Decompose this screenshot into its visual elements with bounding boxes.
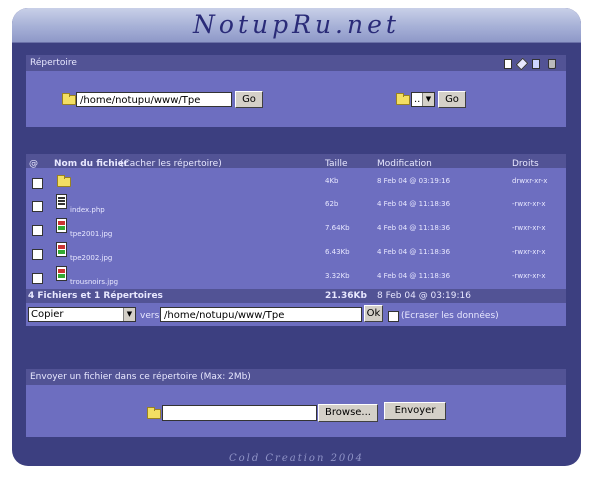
directory-select-value: .. <box>414 94 421 105</box>
new-file-icon[interactable] <box>504 59 512 69</box>
overwrite-checkbox[interactable] <box>388 311 399 322</box>
folder-icon <box>396 93 410 105</box>
row-checkbox[interactable] <box>32 249 43 260</box>
file-size: 6.43Kb <box>325 248 350 256</box>
table-row[interactable]: trousnoirs.jpg 3.32Kb 4 Feb 04 @ 11:18:3… <box>26 265 566 288</box>
file-modified: 4 Feb 04 @ 11:18:36 <box>377 248 451 256</box>
row-checkbox[interactable] <box>32 225 43 236</box>
table-row[interactable]: index.php 62b 4 Feb 04 @ 11:18:36 -rwxr-… <box>26 193 566 216</box>
overwrite-label: (Ecraser les données) <box>401 311 499 321</box>
action-select[interactable]: Copier ▼ <box>28 307 136 322</box>
directory-panel: Répertoire /home/notupu/www/Tpe Go .. ▼ … <box>26 55 566 127</box>
file-name[interactable]: tpe2001.jpg <box>70 230 112 238</box>
file-size: 3.32Kb <box>325 272 350 280</box>
file-rights: drwxr-xr-x <box>512 177 548 185</box>
file-name[interactable]: index.php <box>70 206 105 214</box>
file-rights: -rwxr-xr-x <box>512 248 546 256</box>
table-row[interactable]: 4Kb 8 Feb 04 @ 03:19:16 drwxr-xr-x <box>26 170 566 193</box>
ok-button[interactable]: Ok <box>364 305 383 322</box>
table-row[interactable]: tpe2001.jpg 7.64Kb 4 Feb 04 @ 11:18:36 -… <box>26 217 566 240</box>
file-modified: 4 Feb 04 @ 11:18:36 <box>377 272 451 280</box>
edit-icon[interactable] <box>515 57 529 71</box>
file-modified: 8 Feb 04 @ 03:19:16 <box>377 177 451 185</box>
trash-icon[interactable] <box>548 59 556 69</box>
app-frame: NotupRu.net Répertoire /home/notupu/www/… <box>12 8 581 466</box>
folder-icon <box>147 407 161 419</box>
directory-select[interactable]: .. ▼ <box>411 92 435 107</box>
upload-title: Envoyer un fichier dans ce répertoire (M… <box>30 372 251 382</box>
action-select-value: Copier <box>31 309 64 320</box>
browse-button[interactable]: Browse... <box>318 404 378 422</box>
folder-icon[interactable] <box>57 175 71 187</box>
header: NotupRu.net <box>12 8 581 43</box>
file-name[interactable]: trousnoirs.jpg <box>70 278 118 286</box>
row-checkbox[interactable] <box>32 273 43 284</box>
chevron-down-icon: ▼ <box>422 93 434 106</box>
file-modified: 4 Feb 04 @ 11:18:36 <box>377 200 451 208</box>
vers-label: vers <box>140 311 160 321</box>
file-modified: 4 Feb 04 @ 11:18:36 <box>377 224 451 232</box>
file-list-panel: @ Nom du fichier (Cacher les répertoire)… <box>26 154 566 326</box>
copy-icon[interactable] <box>532 59 540 69</box>
file-rights: -rwxr-xr-x <box>512 272 546 280</box>
row-checkbox[interactable] <box>32 201 43 212</box>
php-file-icon[interactable] <box>56 194 67 209</box>
image-file-icon[interactable] <box>56 266 67 281</box>
image-file-icon[interactable] <box>56 242 67 257</box>
row-checkbox[interactable] <box>32 178 43 189</box>
file-size: 62b <box>325 200 339 208</box>
footer-credit: Cold Creation 2004 <box>228 453 365 464</box>
folder-icon <box>62 93 76 105</box>
totals-size: 21.36Kb <box>325 291 367 301</box>
upload-panel-header: Envoyer un fichier dans ce répertoire (M… <box>26 369 566 385</box>
site-logo: NotupRu.net <box>193 10 400 39</box>
file-size: 4Kb <box>325 177 339 185</box>
file-name[interactable]: tpe2002.jpg <box>70 254 112 262</box>
go2-button[interactable]: Go <box>438 91 466 108</box>
directory-path-input[interactable]: /home/notupu/www/Tpe <box>76 92 232 107</box>
upload-file-input[interactable] <box>162 405 317 421</box>
file-size: 7.64Kb <box>325 224 350 232</box>
chevron-down-icon: ▼ <box>123 308 135 321</box>
totals-label: 4 Fichiers et 1 Répertoires <box>28 291 163 301</box>
image-file-icon[interactable] <box>56 218 67 233</box>
go-button[interactable]: Go <box>235 91 263 108</box>
upload-panel: Envoyer un fichier dans ce répertoire (M… <box>26 369 566 437</box>
totals-modified: 8 Feb 04 @ 03:19:16 <box>377 291 471 301</box>
totals-row: 4 Fichiers et 1 Répertoires 21.36Kb 8 Fe… <box>26 289 566 303</box>
send-button[interactable]: Envoyer <box>384 402 446 420</box>
file-rights: -rwxr-xr-x <box>512 224 546 232</box>
table-row[interactable]: tpe2002.jpg 6.43Kb 4 Feb 04 @ 11:18:36 -… <box>26 241 566 264</box>
directory-panel-header: Répertoire <box>26 55 566 71</box>
file-rights: -rwxr-xr-x <box>512 200 546 208</box>
directory-title: Répertoire <box>30 58 77 68</box>
file-list-header: @ Nom du fichier (Cacher les répertoire)… <box>26 154 566 169</box>
target-path-input[interactable]: /home/notupu/www/Tpe <box>160 307 362 322</box>
